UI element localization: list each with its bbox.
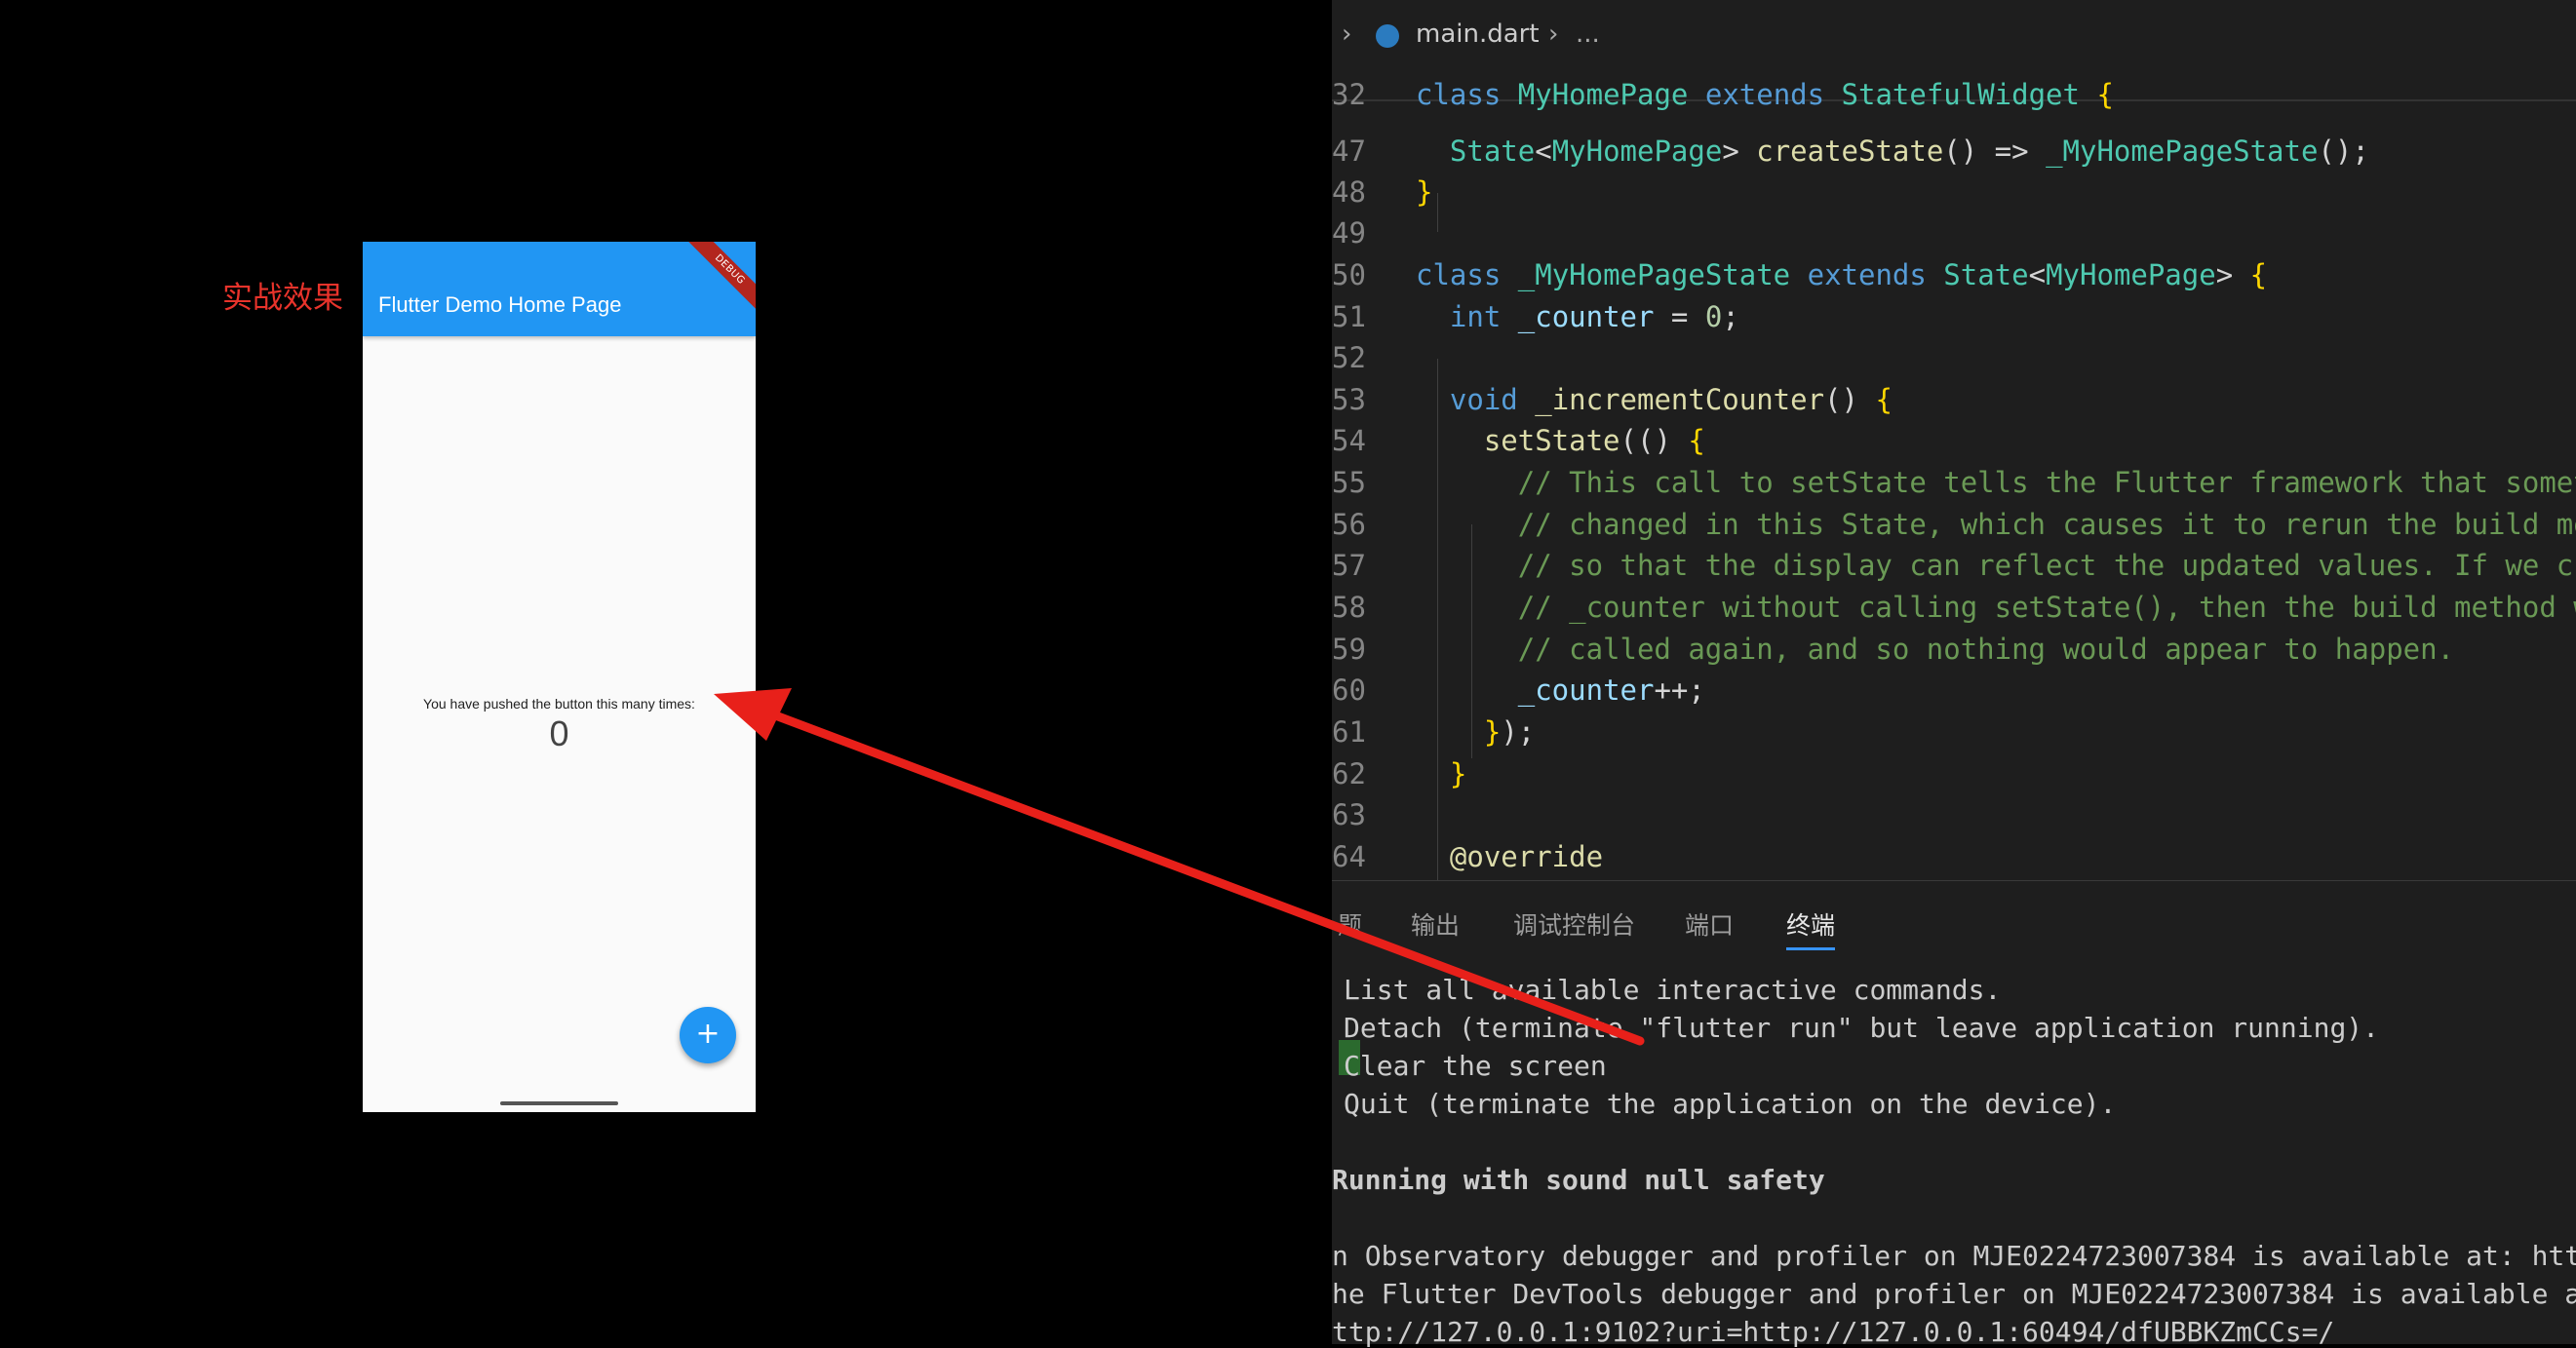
line-number: 57: [1332, 549, 1366, 582]
code-text: // called again, and so nothing would ap…: [1416, 633, 2455, 666]
chevron-right-icon: ›: [1548, 19, 1559, 49]
terminal-line: Detach (terminate "flutter run" but leav…: [1344, 1012, 2380, 1044]
code-line[interactable]: 50 class _MyHomePageState extends State<M…: [1332, 258, 2576, 300]
line-number: 60: [1332, 674, 1366, 707]
code-line[interactable]: 32 class MyHomePage extends StatefulWidge…: [1332, 78, 2576, 120]
tab-problems[interactable]: 题: [1338, 906, 1362, 942]
code-line[interactable]: 58 // _counter without calling setState(…: [1332, 591, 2576, 633]
line-number: 59: [1332, 633, 1366, 666]
line-number: 55: [1332, 466, 1366, 499]
line-number: 61: [1332, 715, 1366, 749]
code-text: void _incrementCounter() {: [1449, 383, 1893, 416]
tab-debug-console[interactable]: 调试控制台: [1513, 906, 1635, 942]
panel-tabs: 题 输出 调试控制台 端口 终端: [1332, 881, 2576, 954]
tab-terminal[interactable]: 终端: [1786, 906, 1836, 950]
code-line[interactable]: 62 }: [1332, 757, 2576, 799]
line-number: 48: [1332, 175, 1366, 209]
code-line[interactable]: 56 // changed in this State, which cause…: [1332, 508, 2576, 550]
app-bar: Flutter Demo Home Page: [363, 242, 756, 336]
code-line[interactable]: 55 // This call to setState tells the Fl…: [1332, 466, 2576, 508]
code-line[interactable]: 57 // so that the display can reflect th…: [1332, 549, 2576, 591]
code-line[interactable]: 60 _counter++;: [1332, 674, 2576, 715]
line-number: 50: [1332, 258, 1366, 291]
code-line[interactable]: 54 setState(() {: [1332, 424, 2576, 466]
code-line[interactable]: 51 int _counter = 0;: [1332, 300, 2576, 342]
code-text: State<MyHomePage> createState() => _MyHo…: [1449, 135, 2369, 168]
annotation-label: 实战效果: [222, 281, 343, 316]
code-line[interactable]: 64 @override: [1332, 840, 2576, 882]
indent-guide: [1471, 524, 1472, 758]
breadcrumb-more[interactable]: ...: [1576, 19, 1600, 49]
line-number: 62: [1332, 757, 1366, 790]
terminal-line: he Flutter DevTools debugger and profile…: [1332, 1278, 2576, 1310]
code-text: setState(() {: [1483, 424, 1705, 457]
code-text: class _MyHomePageState extends State<MyH…: [1416, 258, 2268, 291]
tab-output[interactable]: 输出: [1411, 906, 1460, 942]
code-text: // _counter without calling setState(), …: [1416, 591, 2576, 624]
code-text: // changed in this State, which causes i…: [1416, 508, 2576, 541]
terminal-line: ttp://127.0.0.1:9102?uri=http://127.0.0.…: [1332, 1316, 2335, 1348]
code-text: }: [1449, 757, 1467, 790]
phone-emulator: Flutter Demo Home Page DEBUG You have pu…: [363, 242, 756, 1112]
code-line[interactable]: 47 State<MyHomePage> createState() => _M…: [1332, 135, 2576, 176]
line-number: 52: [1332, 341, 1366, 374]
line-number: 49: [1332, 216, 1366, 250]
code-line[interactable]: 48}: [1332, 175, 2576, 217]
code-text: // This call to setState tells the Flutt…: [1416, 466, 2576, 499]
counter-value: 0: [549, 713, 569, 753]
code-text: _counter++;: [1517, 674, 1705, 707]
code-line[interactable]: 49: [1332, 216, 2576, 258]
code-text: @override: [1449, 840, 1604, 873]
terminal-line: Quit (terminate the application on the d…: [1344, 1088, 2117, 1120]
home-indicator[interactable]: [500, 1101, 618, 1105]
code-text: class MyHomePage extends StatefulWidget …: [1416, 78, 2114, 111]
dart-file-icon: [1376, 24, 1399, 48]
tab-ports[interactable]: 端口: [1685, 906, 1734, 942]
code-text: }: [1416, 175, 1433, 209]
counter-label: You have pushed the button this many tim…: [423, 696, 695, 712]
terminal-line: n Observatory debugger and profiler on M…: [1332, 1240, 2576, 1272]
breadcrumb-file[interactable]: main.dart: [1416, 19, 1540, 49]
terminal-line: Clear the screen: [1344, 1050, 1607, 1082]
code-text: int _counter = 0;: [1449, 300, 1739, 333]
code-line[interactable]: 59 // called again, and so nothing would…: [1332, 633, 2576, 674]
code-text: });: [1483, 715, 1536, 749]
breadcrumb: › main.dart › ...: [1332, 14, 2576, 60]
line-number: 51: [1332, 300, 1366, 333]
terminal-line: Running with sound null safety: [1332, 1164, 1825, 1196]
increment-button[interactable]: +: [680, 1007, 736, 1063]
code-line[interactable]: 61 });: [1332, 715, 2576, 757]
code-line[interactable]: 63: [1332, 798, 2576, 840]
line-number: 64: [1332, 840, 1366, 873]
app-bar-title: Flutter Demo Home Page: [378, 292, 622, 317]
code-editor: › main.dart › ... 32 class MyHomePage ext…: [1332, 0, 2576, 1348]
code-line[interactable]: 53 void _incrementCounter() {: [1332, 383, 2576, 425]
line-number: 58: [1332, 591, 1366, 624]
line-number: 54: [1332, 424, 1366, 457]
line-number: 63: [1332, 798, 1366, 831]
code-line[interactable]: 52: [1332, 341, 2576, 383]
code-text: // so that the display can reflect the u…: [1416, 549, 2576, 582]
terminal-line: List all available interactive commands.: [1344, 974, 2002, 1006]
line-number: 53: [1332, 383, 1366, 416]
bottom-panel: 题 输出 调试控制台 端口 终端 List all available inte…: [1332, 880, 2576, 1348]
indent-guide: [1437, 193, 1438, 232]
line-number: 32: [1332, 78, 1366, 111]
indent-guide: [1437, 359, 1438, 924]
chevron-right-icon[interactable]: ›: [1342, 19, 1351, 49]
line-number: 47: [1332, 135, 1366, 168]
line-number: 56: [1332, 508, 1366, 541]
